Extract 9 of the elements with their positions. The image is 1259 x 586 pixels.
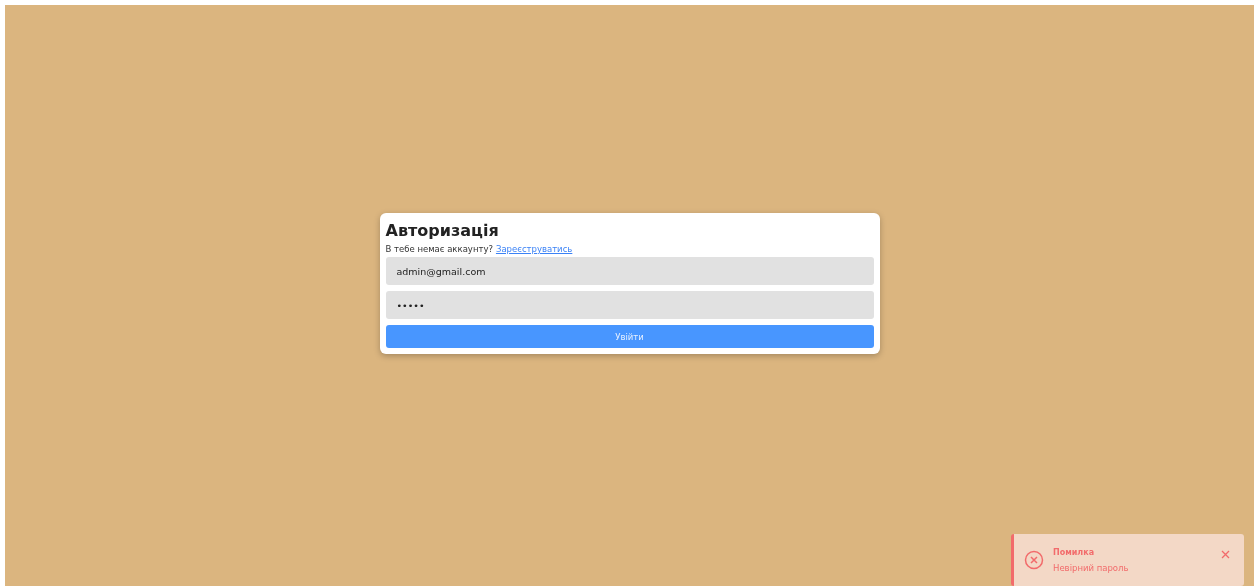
email-field[interactable]: admin@gmail.com	[385, 257, 874, 285]
error-icon	[1024, 550, 1044, 570]
toast-message: Невірний пароль	[1053, 562, 1130, 573]
register-link[interactable]: Зареєструватись	[495, 244, 573, 254]
register-prompt: В тебе немає аккаунту?	[385, 244, 493, 254]
close-button[interactable]	[1221, 549, 1230, 559]
login-title: Авторизація	[385, 221, 500, 240]
password-field[interactable]: •••••	[385, 291, 874, 319]
toast-title: Помилка	[1053, 547, 1096, 557]
